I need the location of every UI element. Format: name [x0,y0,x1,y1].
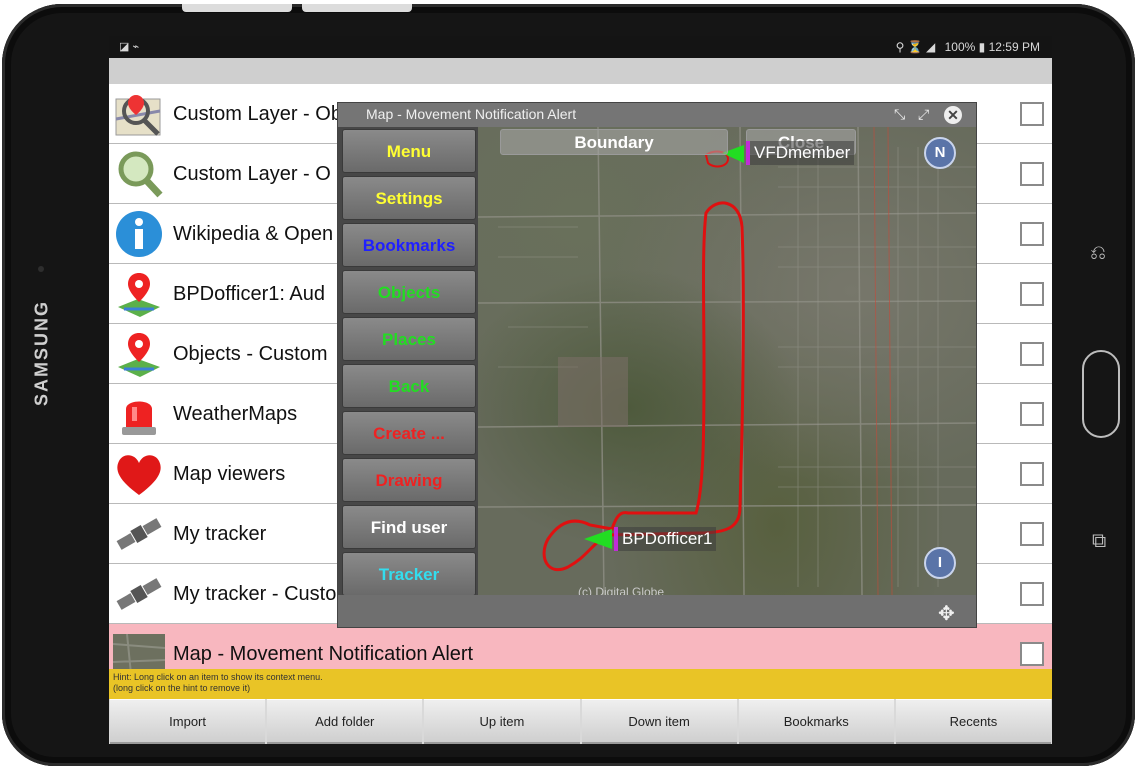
menu-label: Drawing [375,471,443,490]
menu-label: Find user [370,518,448,537]
compass-button[interactable]: N [924,137,956,169]
objects-button[interactable]: Objects [342,270,476,314]
map-pin-icon [113,268,165,320]
brand-logo: SAMSUNG [31,299,52,406]
row-checkbox[interactable] [1020,342,1044,366]
menu-label: Settings [375,189,443,208]
magnifier-map-icon [113,88,165,140]
row-checkbox[interactable] [1020,282,1044,306]
bookmarks-menu-button[interactable]: Bookmarks [342,223,476,267]
satellite-icon [113,568,165,620]
menu-label: Objects [377,283,441,302]
info-button[interactable]: I [924,547,956,579]
maximize-icon[interactable]: ⤢ [918,106,929,123]
map-window-titlebar[interactable]: Map - Movement Notification Alert ⤡ ⤢ ✕ [338,103,976,127]
status-right: ⚲ ⏳ ◢ 100% ▮ 12:59 PM [896,40,1040,54]
satellite-icon [113,508,165,560]
bottom-toolbar: Import Add folder Up item Down item Book… [109,699,1052,744]
hint-subtext: (long click on the hint to remove it) [113,683,251,693]
import-button[interactable]: Import [110,699,266,744]
up-item-button[interactable]: Up item [424,699,580,744]
battery-icon: ▮ [978,40,986,54]
row-checkbox[interactable] [1020,522,1044,546]
action-bar [109,58,1052,84]
bookmarks-button[interactable]: Bookmarks [738,699,894,744]
map-window-title: Map - Movement Notification Alert [366,106,577,122]
recents-button[interactable]: Recents [895,699,1052,744]
map-roads [478,127,976,595]
sensor-dot [38,266,44,272]
power-button [302,4,412,12]
menu-label: Tracker [378,565,440,584]
minimize-icon[interactable]: ⤡ [894,106,905,123]
row-checkbox[interactable] [1020,642,1044,666]
list-item-label: Wikipedia & Open [173,223,334,245]
find-user-button[interactable]: Find user [342,505,476,549]
menu-button[interactable]: Menu [342,129,476,173]
down-item-button[interactable]: Down item [581,699,737,744]
menu-label: Bookmarks [362,236,456,255]
battery-level: 100% [944,40,976,54]
hint-text: Hint: Long click on an item to show its … [113,672,323,682]
siren-icon [113,388,165,440]
list-item-label: WeatherMaps [173,403,298,425]
map-marker-label[interactable]: BPDofficer1 [614,527,717,551]
list-item-label: My tracker - Custo [173,583,337,605]
close-icon[interactable]: ✕ [944,106,962,124]
map-window-footer [338,595,976,627]
status-bar: ◪ ⌁ ⚲ ⏳ ◢ 100% ▮ 12:59 PM [109,36,1052,58]
map-window[interactable]: Map - Movement Notification Alert ⤡ ⤢ ✕ [337,102,977,628]
volume-button [182,4,292,12]
row-checkbox[interactable] [1020,462,1044,486]
clock: 12:59 PM [988,40,1040,54]
map-menu: Menu Settings Bookmarks Objects Places B… [338,127,478,596]
heart-icon [113,448,165,500]
tracker-button[interactable]: Tracker [342,552,476,596]
places-button[interactable]: Places [342,317,476,361]
back-button[interactable]: Back [342,364,476,408]
row-checkbox[interactable] [1020,222,1044,246]
back-key-icon[interactable]: ⎌ [1090,242,1106,265]
info-icon [113,208,165,260]
menu-label: Places [382,330,436,349]
row-checkbox[interactable] [1020,582,1044,606]
row-checkbox[interactable] [1020,402,1044,426]
signal-icons: ⚲ ⏳ ◢ [895,40,936,54]
list-item-label: My tracker [173,523,267,545]
magnifier-icon [113,148,165,200]
create-button[interactable]: Create ... [342,411,476,455]
list-item-label: Custom Layer - O [173,163,331,185]
settings-button[interactable]: Settings [342,176,476,220]
add-folder-button[interactable]: Add folder [267,699,423,744]
row-checkbox[interactable] [1020,102,1044,126]
list-item-label: BPDofficer1: Aud [173,283,325,305]
list-item-label: Objects - Custom [173,343,328,365]
boundary-label[interactable]: Boundary [500,129,728,155]
row-checkbox[interactable] [1020,162,1044,186]
recent-apps-key-icon[interactable]: ⧉ [1092,530,1106,553]
drawing-button[interactable]: Drawing [342,458,476,502]
map-pin-icon [113,328,165,380]
hint-bar[interactable]: Hint: Long click on an item to show its … [109,669,1052,699]
menu-label: Back [388,377,430,396]
menu-label: Menu [386,142,432,161]
screen: ◪ ⌁ ⚲ ⏳ ◢ 100% ▮ 12:59 PM Custom Layer -… [109,36,1052,744]
home-button[interactable] [1082,350,1120,438]
satellite-map[interactable]: Boundary Close N I VFDmember BPDofficer1 [478,127,976,595]
menu-label: Create ... [373,424,445,443]
notification-icons: ◪ ⌁ [119,41,140,53]
map-marker-label[interactable]: VFDmember [746,141,855,165]
list-item-label: Map viewers [173,463,286,485]
move-handle-icon[interactable]: ✥ [938,601,955,626]
